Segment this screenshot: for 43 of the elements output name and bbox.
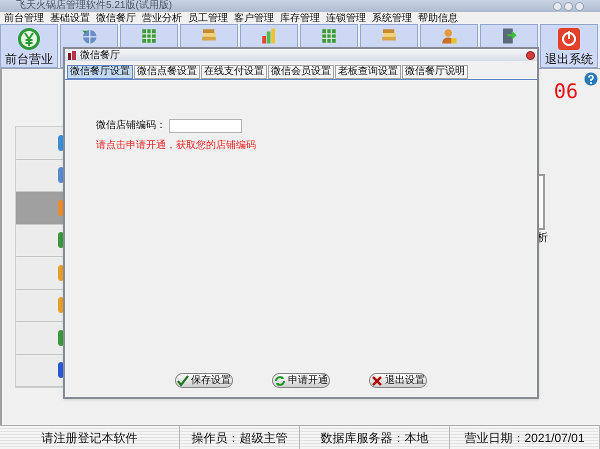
menu-item[interactable]: 基础设置 (50, 12, 90, 24)
notice-text: 请点击申请开通，获取您的店铺编码 (96, 138, 257, 153)
tab[interactable]: 在线支付设置 (201, 65, 267, 79)
close-icon[interactable] (526, 50, 535, 60)
status-text: 请注册登记本软件 (42, 430, 138, 446)
spreadsheet-icon (140, 27, 158, 45)
toolbar-button[interactable]: 退出系统 (540, 24, 598, 68)
status-text: 操作员：超级主管 (192, 430, 288, 446)
dialog-button[interactable]: 保存设置 (175, 373, 233, 388)
refresh-icon (274, 374, 286, 386)
dialog-button[interactable]: 申请开通 (272, 373, 330, 388)
menu-item[interactable]: 营业分析 (142, 12, 182, 24)
dialog-title: 微信餐厅 (80, 50, 120, 60)
status-text: 数据库服务器：本地 (320, 430, 428, 446)
help-icon[interactable] (584, 72, 598, 86)
check-icon (177, 374, 189, 386)
dialog-button[interactable]: 退出设置 (369, 373, 427, 388)
menu-item[interactable]: 员工管理 (188, 12, 228, 24)
status-text: 营业日期：2021/07/01 (464, 430, 585, 446)
close-icon (371, 374, 383, 386)
yen-coin-icon (17, 26, 41, 50)
toolbar-button[interactable]: 前台营业 (0, 24, 58, 68)
menu-item[interactable]: 微信餐厅 (96, 12, 136, 24)
shop-code-field[interactable] (169, 118, 242, 132)
spreadsheet-icon (320, 27, 338, 45)
tab[interactable]: 老板查询设置 (335, 65, 401, 79)
menu-item[interactable]: 连锁管理 (326, 12, 366, 24)
tab[interactable]: 微信点餐设置 (134, 65, 200, 79)
menu-item[interactable]: 帮助信息 (418, 12, 458, 24)
menu-item[interactable]: 库存管理 (280, 12, 320, 24)
field-label: 微信店铺编码： (96, 118, 166, 133)
globe-icon (80, 27, 98, 45)
menu-item[interactable]: 系统管理 (372, 12, 412, 24)
user-lock-icon (440, 27, 458, 45)
tab[interactable]: 微信餐厅设置 (67, 65, 133, 79)
menu-item[interactable]: 前台管理 (4, 12, 44, 24)
tab[interactable]: 微信会员设置 (268, 65, 334, 79)
bar-chart-icon (260, 27, 278, 45)
menu-item[interactable]: 客户管理 (234, 12, 274, 24)
door-exit-icon (500, 27, 518, 45)
tab[interactable]: 微信餐厅说明 (402, 65, 468, 79)
counter-text: 06 (554, 81, 578, 101)
power-icon (557, 26, 581, 50)
